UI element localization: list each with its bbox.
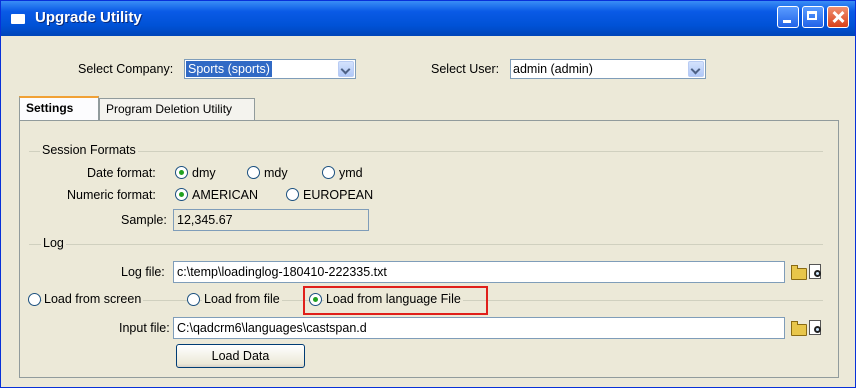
view-file-icon[interactable] — [809, 264, 821, 279]
numeric-american-radio[interactable] — [175, 188, 188, 201]
upgrade-utility-window: Upgrade Utility Select Company: Sports (… — [0, 0, 856, 388]
date-ymd-label[interactable]: ymd — [339, 166, 363, 180]
user-label: Select User: — [431, 62, 500, 76]
sample-value: 12,345.67 — [177, 213, 233, 227]
title-bar[interactable]: Upgrade Utility — [1, 1, 855, 36]
minimize-button[interactable] — [777, 6, 799, 28]
chevron-down-icon[interactable] — [338, 61, 354, 77]
load-from-file-radio[interactable] — [187, 293, 200, 306]
load-data-button[interactable]: Load Data — [176, 344, 305, 368]
load-from-screen-label[interactable]: Load from screen — [42, 292, 144, 306]
numeric-american-label[interactable]: AMERICAN — [192, 188, 258, 202]
window-title: Upgrade Utility — [35, 9, 142, 26]
user-select[interactable]: admin (admin) — [510, 59, 706, 79]
close-button[interactable] — [827, 6, 849, 28]
tab-program-deletion-utility[interactable]: Program Deletion Utility — [99, 98, 255, 120]
session-formats-title: Session Formats — [40, 143, 138, 157]
company-label: Select Company: — [78, 62, 174, 76]
log-file-value: c:\temp\loadinglog-180410-222335.txt — [177, 265, 387, 279]
settings-panel — [19, 120, 839, 378]
log-file-input[interactable]: c:\temp\loadinglog-180410-222335.txt — [173, 261, 785, 283]
date-dmy-label[interactable]: dmy — [192, 166, 216, 180]
input-file-value: C:\qadcrm6\languages\castspan.d — [177, 321, 367, 335]
window-icon — [11, 14, 25, 24]
company-select-value: Sports (sports) — [186, 61, 272, 77]
date-dmy-radio[interactable] — [175, 166, 188, 179]
input-file-label: Input file: — [119, 321, 170, 335]
load-from-file-label[interactable]: Load from file — [202, 292, 282, 306]
date-format-label: Date format: — [87, 166, 156, 180]
date-mdy-label[interactable]: mdy — [264, 166, 288, 180]
user-select-value: admin (admin) — [513, 62, 593, 76]
log-file-label: Log file: — [121, 265, 165, 279]
maximize-button[interactable] — [802, 6, 824, 28]
session-formats-divider — [29, 151, 823, 152]
folder-open-icon[interactable] — [791, 321, 807, 336]
tab-settings[interactable]: Settings — [19, 96, 99, 120]
folder-open-icon[interactable] — [791, 265, 807, 280]
highlight-box — [303, 286, 488, 315]
date-ymd-radio[interactable] — [322, 166, 335, 179]
numeric-format-label: Numeric format: — [67, 188, 156, 202]
log-divider — [29, 244, 823, 245]
numeric-european-label[interactable]: EUROPEAN — [303, 188, 373, 202]
log-title: Log — [41, 236, 66, 250]
view-file-icon[interactable] — [809, 320, 821, 335]
sample-label: Sample: — [121, 213, 167, 227]
date-mdy-radio[interactable] — [247, 166, 260, 179]
numeric-european-radio[interactable] — [286, 188, 299, 201]
sample-field: 12,345.67 — [173, 209, 369, 231]
input-file-input[interactable]: C:\qadcrm6\languages\castspan.d — [173, 317, 785, 339]
chevron-down-icon[interactable] — [688, 61, 704, 77]
load-from-screen-radio[interactable] — [28, 293, 41, 306]
company-select[interactable]: Sports (sports) — [184, 59, 356, 79]
